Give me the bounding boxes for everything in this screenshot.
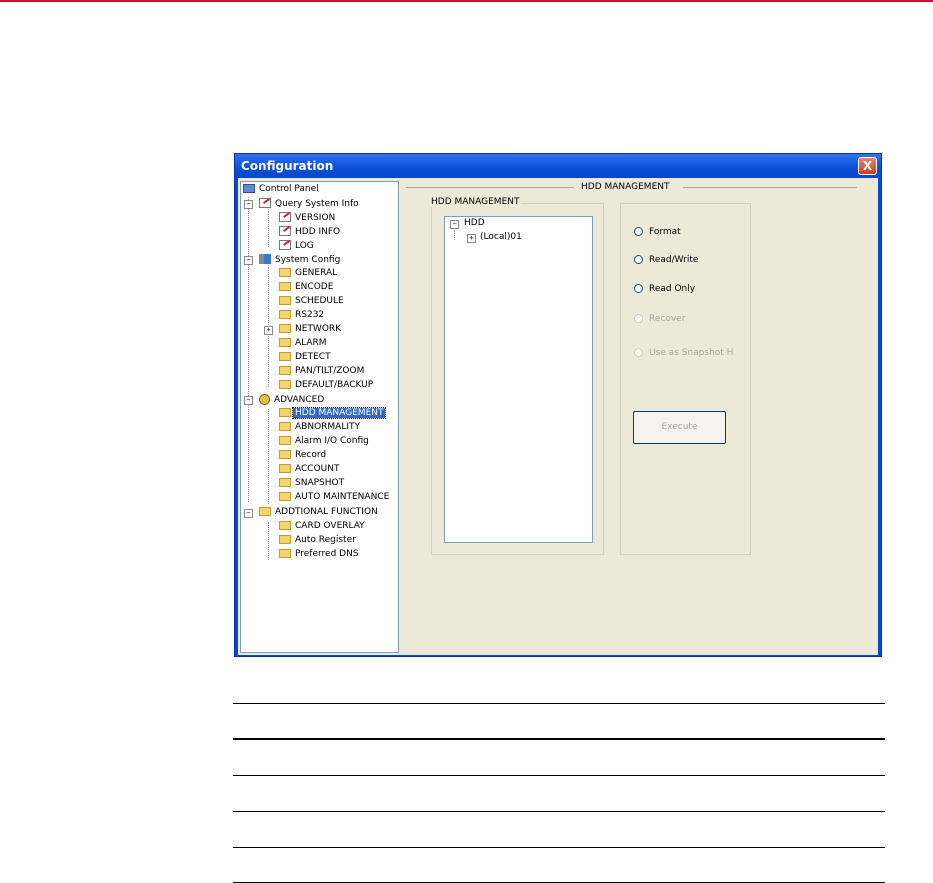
folder-icon <box>279 366 291 375</box>
tree-item-system-config[interactable]: System Config <box>259 254 342 268</box>
tree-guide <box>268 522 269 560</box>
tree-item-record[interactable]: Record <box>279 450 328 464</box>
hdd-tree-list[interactable]: − HDD + (Local)01 <box>444 216 593 543</box>
collapse-icon[interactable]: − <box>450 220 459 229</box>
radio-icon <box>634 348 643 357</box>
collapse-icon[interactable]: − <box>244 509 253 518</box>
table-rule-bold <box>233 738 885 740</box>
tree-item-hdd-info[interactable]: HDD INFO <box>279 226 342 240</box>
gear-icon <box>259 394 270 405</box>
document-icon <box>279 240 291 250</box>
execute-button[interactable]: Execute <box>633 411 726 444</box>
document-icon <box>259 198 271 208</box>
table-rule <box>233 703 885 704</box>
collapse-icon[interactable]: − <box>244 396 253 405</box>
recover-radio[interactable]: Recover <box>634 314 685 324</box>
use-as-snapshot-radio[interactable]: Use as Snapshot H <box>634 348 733 358</box>
folder-icon <box>279 478 291 487</box>
tree-item-preferred-dns[interactable]: Preferred DNS <box>279 549 361 563</box>
tree-item-account[interactable]: ACCOUNT <box>279 464 341 478</box>
folder-icon <box>279 422 291 431</box>
document-icon <box>279 226 291 236</box>
document-icon <box>279 212 291 222</box>
radio-icon <box>634 227 643 236</box>
tree-item-alarm-io-config[interactable]: Alarm I/O Config <box>279 436 371 450</box>
folder-icon <box>279 352 291 361</box>
tree-item-rs232[interactable]: RS232 <box>279 310 326 324</box>
tree-guide <box>268 409 269 504</box>
tree-item-pan-tilt-zoom[interactable]: PAN/TILT/ZOOM <box>279 366 366 380</box>
computer-icon <box>243 184 255 193</box>
table-rule <box>233 811 885 812</box>
folder-icon <box>279 436 291 445</box>
close-icon: X <box>862 159 873 173</box>
tree-item-version[interactable]: VERSION <box>279 212 337 226</box>
configuration-window: Configuration X Control Panel − Query Sy… <box>234 153 882 657</box>
table-rule <box>233 775 885 776</box>
tree-item-query-system-info[interactable]: Query System Info <box>259 198 361 212</box>
tree-item-abnormality[interactable]: ABNORMALITY <box>279 422 362 436</box>
tree-item-auto-register[interactable]: Auto Register <box>279 535 358 549</box>
expand-icon[interactable]: + <box>264 326 273 335</box>
folder-icon <box>279 380 291 389</box>
heading-rule <box>406 187 574 188</box>
tree-item-control-panel[interactable]: Control Panel <box>243 184 321 198</box>
table-rule <box>233 847 885 848</box>
title-bar[interactable]: Configuration X <box>235 154 881 178</box>
folder-icon <box>279 408 291 417</box>
folder-icon <box>279 296 291 305</box>
radio-icon <box>634 284 643 293</box>
hdd-management-panel: HDD MANAGEMENT HDD MANAGEMENT − HDD + (L… <box>401 178 878 655</box>
close-button[interactable]: X <box>858 157 877 175</box>
folder-icon <box>279 324 291 333</box>
folder-icon <box>259 507 271 516</box>
tree-item-network[interactable]: NETWORK <box>279 324 343 338</box>
tree-item-card-overlay[interactable]: CARD OVERLAY <box>279 521 367 535</box>
expand-icon[interactable]: + <box>467 234 476 243</box>
hdd-local01-node[interactable]: (Local)01 <box>478 232 524 246</box>
folder-icon <box>279 282 291 291</box>
tree-guide <box>454 230 455 240</box>
config-tree[interactable]: Control Panel − Query System Info VERSIO… <box>240 181 399 653</box>
tools-icon <box>259 254 271 264</box>
folder-icon <box>279 464 291 473</box>
folder-icon <box>279 535 291 544</box>
tree-item-snapshot[interactable]: SNAPSHOT <box>279 478 346 492</box>
folder-icon <box>279 338 291 347</box>
hdd-root-node[interactable]: HDD <box>462 218 487 232</box>
tree-item-advanced[interactable]: ADVANCED <box>259 394 326 408</box>
window-title: Configuration <box>241 159 334 173</box>
folder-icon <box>279 492 291 501</box>
folder-icon <box>279 450 291 459</box>
folder-icon <box>279 521 291 530</box>
read-only-radio[interactable]: Read Only <box>634 284 695 294</box>
folder-icon <box>279 310 291 319</box>
tree-item-default-backup[interactable]: DEFAULT/BACKUP <box>279 380 375 394</box>
tree-item-auto-maintenance[interactable]: AUTO MAINTENANCE <box>279 492 391 506</box>
tree-item-log[interactable]: LOG <box>279 240 316 254</box>
tree-guide <box>268 211 269 247</box>
folder-icon <box>279 549 291 558</box>
tree-item-encode[interactable]: ENCODE <box>279 282 335 296</box>
radio-icon <box>634 255 643 264</box>
format-radio[interactable]: Format <box>634 227 681 237</box>
heading-rule <box>683 187 857 188</box>
header-rule <box>0 0 933 2</box>
read-write-radio[interactable]: Read/Write <box>634 255 698 265</box>
tree-item-addtional-function[interactable]: ADDTIONAL FUNCTION <box>259 507 380 521</box>
collapse-icon[interactable]: − <box>244 200 253 209</box>
collapse-icon[interactable]: − <box>244 256 253 265</box>
hdd-group-title: HDD MANAGEMENT <box>429 197 522 207</box>
tree-item-alarm[interactable]: ALARM <box>279 338 329 352</box>
folder-icon <box>279 268 291 277</box>
tree-guide <box>248 197 249 502</box>
tree-item-detect[interactable]: DETECT <box>279 352 333 366</box>
tree-item-hdd-management[interactable]: HDD MANAGEMENT <box>279 407 387 422</box>
tree-item-schedule[interactable]: SCHEDULE <box>279 296 346 310</box>
panel-heading: HDD MANAGEMENT <box>577 182 674 192</box>
window-client: Control Panel − Query System Info VERSIO… <box>238 178 878 655</box>
radio-icon <box>634 314 643 323</box>
tree-item-general[interactable]: GENERAL <box>279 268 339 282</box>
